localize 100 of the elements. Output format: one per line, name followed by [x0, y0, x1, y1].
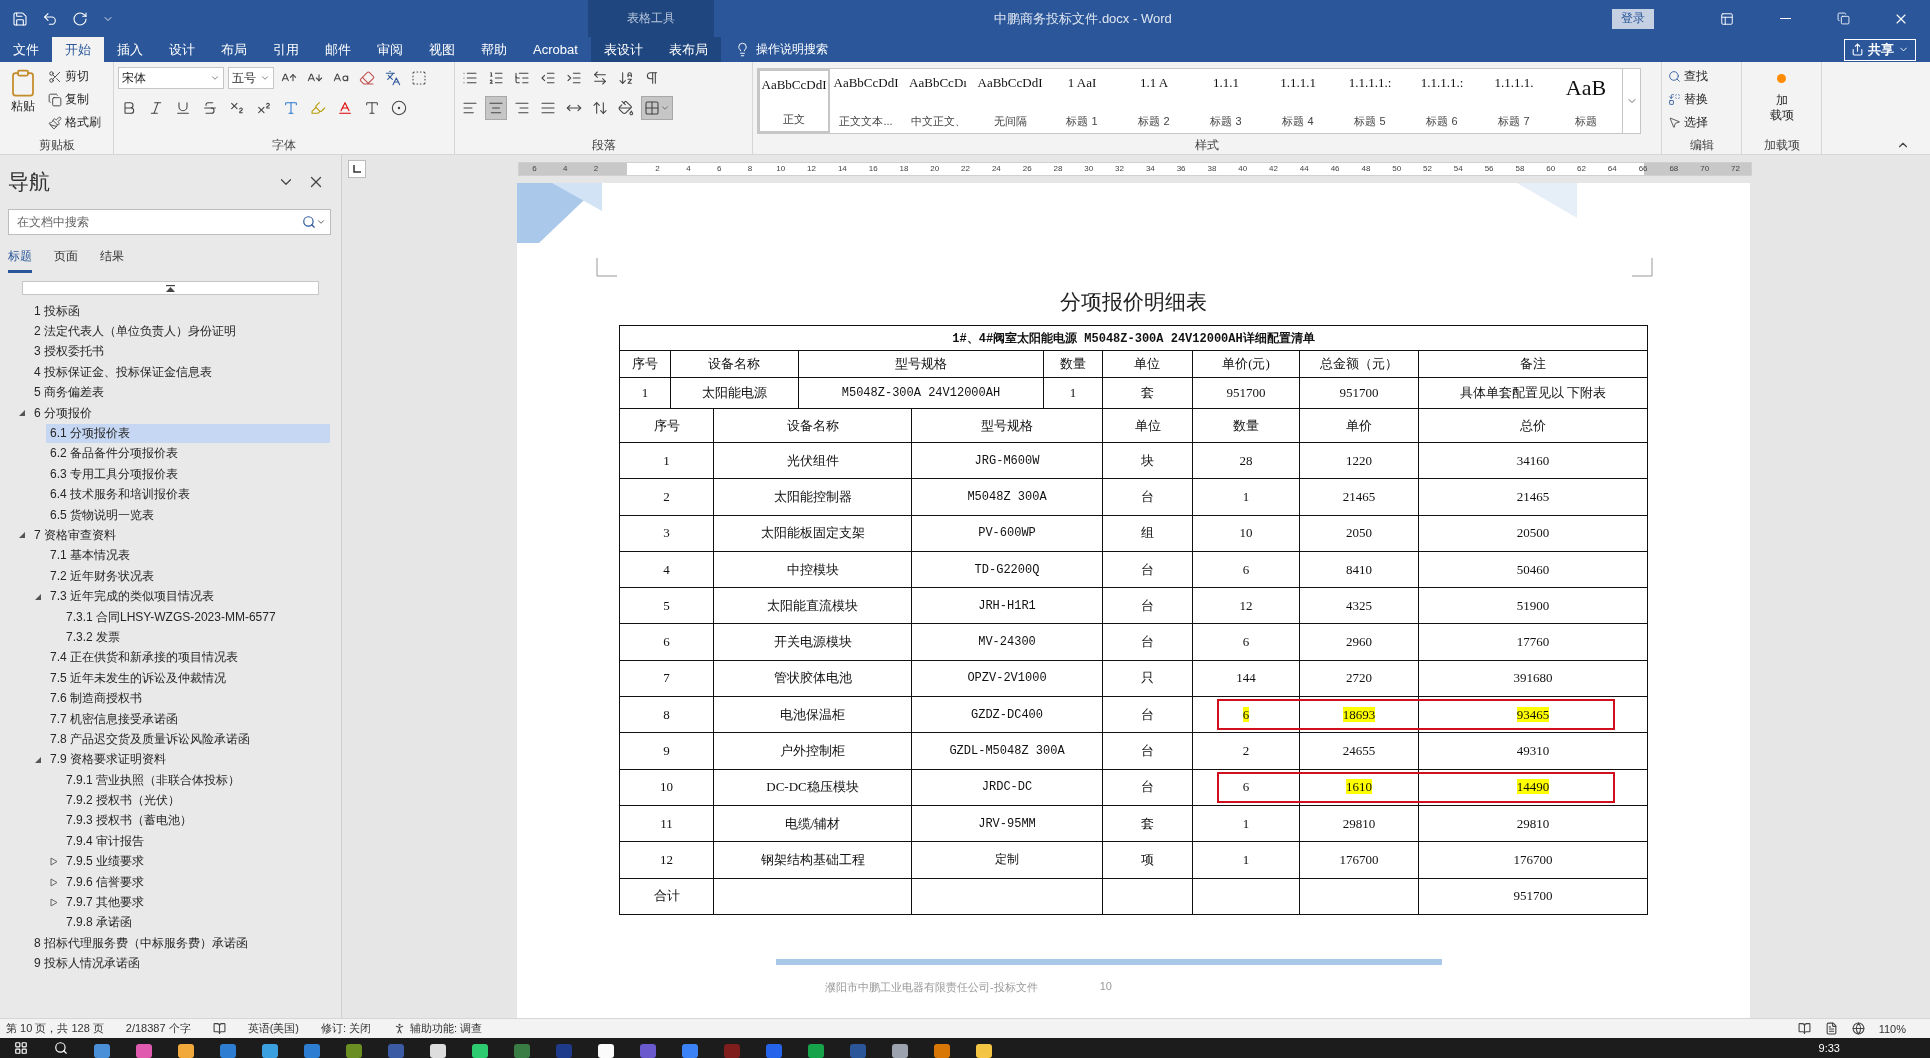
ribbon-tab[interactable]: 开始 — [52, 37, 104, 62]
style-option[interactable]: AaBbCcDdI 正文文本... — [830, 69, 902, 133]
heading-item[interactable]: 7.1 基本情况表 — [46, 546, 330, 566]
ribbon-tab[interactable]: 审阅 — [364, 37, 416, 62]
borders-button[interactable] — [641, 96, 673, 120]
ribbon-tab[interactable]: 插入 — [104, 37, 156, 62]
cut-button[interactable]: 剪切 — [46, 66, 103, 87]
paste-button[interactable]: 粘贴 — [4, 66, 42, 137]
font-size-field[interactable]: 五号 — [228, 67, 274, 89]
search-icon[interactable] — [54, 1041, 68, 1055]
web-layout-icon[interactable] — [1851, 1022, 1865, 1035]
heading-item[interactable]: 3 授权委托书 — [30, 342, 330, 362]
ribbon-tab[interactable]: Acrobat — [520, 37, 591, 62]
style-option[interactable]: 1.1.1.1. 标题 7 — [1478, 69, 1550, 133]
ribbon-tab[interactable]: 表布局 — [655, 37, 721, 62]
share-button[interactable]: 共享 — [1844, 38, 1916, 61]
zoom-level[interactable]: 110% — [1878, 1022, 1906, 1035]
pane-tab[interactable]: 结果 — [100, 247, 124, 273]
copy-button[interactable]: 复制 — [46, 89, 103, 110]
sign-in-button[interactable]: 登录 — [1612, 8, 1654, 29]
heading-item[interactable]: 7.9.7 其他要求 — [62, 893, 330, 912]
ribbon-tab[interactable]: 邮件 — [312, 37, 364, 62]
search-box[interactable]: 在文档中搜索 — [8, 209, 331, 235]
heading-item[interactable]: 6 分项报价 — [30, 403, 330, 423]
search-field[interactable]: 在文档中搜索 — [15, 214, 302, 230]
ribbon-tab[interactable]: 表设计 — [590, 37, 656, 62]
format-painter-button[interactable]: 格式刷 — [46, 112, 103, 133]
heading-item[interactable]: 7.9.5 业绩要求 — [62, 852, 330, 872]
style-option[interactable]: 1.1.1.1.: 标题 6 — [1406, 69, 1478, 133]
heading-item[interactable]: 8 招标代理服务费（中标服务费）承诺函 — [30, 933, 330, 953]
style-option[interactable]: AaB 标题 — [1550, 69, 1622, 133]
tab-selector-button[interactable] — [348, 160, 366, 178]
heading-item[interactable]: 6.5 货物说明一览表 — [46, 505, 330, 525]
heading-item[interactable]: 7.2 近年财务状况表 — [46, 566, 330, 586]
heading-item[interactable]: 6.4 技术服务和培训报价表 — [46, 485, 330, 505]
heading-item[interactable]: 7.3.2 发票 — [62, 627, 330, 647]
language-status[interactable]: 英语(美国) — [247, 1021, 299, 1036]
find-button[interactable]: 查找 — [1666, 66, 1710, 87]
heading-item[interactable]: 7.3 近年完成的类似项目情况表 — [46, 587, 330, 607]
table-cell: 10 — [1192, 515, 1300, 552]
table-cell: 29810 — [1418, 805, 1648, 842]
ribbon-tab[interactable]: 帮助 — [468, 37, 520, 62]
style-option[interactable]: 1.1.1 标题 3 — [1190, 69, 1262, 133]
style-option[interactable]: 1 AaI 标题 1 — [1046, 69, 1118, 133]
heading-item[interactable]: 7.3.1 合同LHSY-WZGS-2023-MM-6577 — [62, 607, 330, 627]
heading-item[interactable]: 7.8 产品迟交货及质量诉讼风险承诺函 — [46, 729, 330, 749]
style-option[interactable]: 1.1 A 标题 2 — [1118, 69, 1190, 133]
word-count[interactable]: 2/18387 个字 — [125, 1021, 191, 1036]
page-count[interactable]: 第 10 页，共 128 页 — [6, 1021, 104, 1036]
style-option[interactable]: 1.1.1.1.: 标题 5 — [1334, 69, 1406, 133]
table-cell: 台 — [1102, 769, 1193, 806]
font-name-field[interactable]: 宋体 — [118, 67, 224, 89]
tell-me-search[interactable]: 操作说明搜索 — [734, 37, 828, 62]
heading-item[interactable]: 4 投标保证金、投标保证金信息表 — [30, 362, 330, 382]
heading-item[interactable]: 7.9 资格要求证明资料 — [46, 750, 330, 770]
heading-item[interactable]: 7.9.8 承诺函 — [62, 913, 330, 933]
heading-item[interactable]: 7.7 机密信息接受承诺函 — [46, 709, 330, 729]
heading-item[interactable]: 7.5 近年未发生的诉讼及仲裁情况 — [46, 668, 330, 688]
heading-item[interactable]: 9 投标人情况承诺函 — [30, 954, 330, 974]
chevron-down-icon — [660, 103, 670, 113]
heading-item[interactable]: 7.9.3 授权书（蓄电池） — [62, 811, 330, 831]
heading-item[interactable]: 6.1 分项报价表 — [46, 424, 330, 444]
ribbon-tab[interactable]: 文件 — [0, 37, 52, 62]
pane-tab[interactable]: 页面 — [54, 247, 78, 273]
add-ins-button[interactable]: 加 载项 — [1762, 66, 1801, 137]
column-header: 单价(元) — [1192, 350, 1300, 378]
read-mode-icon[interactable] — [1797, 1022, 1811, 1035]
ribbon-tab[interactable]: 设计 — [156, 37, 208, 62]
start-icon[interactable] — [14, 1041, 28, 1055]
heading-item[interactable]: 7.9.4 审计报告 — [62, 831, 330, 851]
pane-tab[interactable]: 标题 — [8, 247, 32, 273]
column-header: 序号 — [619, 350, 671, 378]
style-option[interactable]: AaBbCcDdI 正文 — [758, 69, 830, 133]
heading-item[interactable]: 7 资格审查资料 — [30, 526, 330, 545]
style-option[interactable]: AaBbCcDdI 无间隔 — [974, 69, 1046, 133]
ribbon-tab[interactable]: 布局 — [208, 37, 260, 62]
heading-item[interactable]: 7.6 制造商授权书 — [46, 689, 330, 709]
table-cell: 1220 — [1299, 442, 1419, 479]
align-button[interactable] — [485, 96, 507, 120]
chevron-down-icon — [260, 73, 270, 83]
heading-item[interactable]: 7.9.1 营业执照（非联合体投标） — [62, 770, 330, 790]
proofing-icon[interactable] — [212, 1022, 226, 1035]
pointer-icon — [1668, 116, 1681, 129]
heading-item[interactable]: 7.9.6 信誉要求 — [62, 872, 330, 892]
heading-item[interactable]: 2 法定代表人（单位负责人）身份证明 — [30, 322, 330, 342]
ribbon-tab[interactable]: 引用 — [260, 37, 312, 62]
track-changes-status[interactable]: 修订: 关闭 — [321, 1021, 372, 1036]
heading-item[interactable]: 1 投标函 — [30, 301, 330, 321]
heading-item[interactable]: 7.4 正在供货和新承接的项目情况表 — [46, 648, 330, 668]
accessibility-status[interactable]: 辅助功能: 调查 — [410, 1021, 483, 1036]
heading-item[interactable]: 6.3 专用工具分项报价表 — [46, 464, 330, 484]
heading-item[interactable]: 7.9.2 授权书（光伏） — [62, 791, 330, 811]
heading-item[interactable]: 5 商务偏差表 — [30, 383, 330, 403]
style-option[interactable]: AaBbCcDı 中文正文、 — [902, 69, 974, 133]
select-button[interactable]: 选择 — [1666, 112, 1710, 133]
print-layout-icon[interactable] — [1824, 1022, 1838, 1035]
heading-item[interactable]: 6.2 备品备件分项报价表 — [46, 444, 330, 464]
style-option[interactable]: 1.1.1.1 标题 4 — [1262, 69, 1334, 133]
replace-button[interactable]: 替换 — [1666, 89, 1710, 110]
ribbon-tab[interactable]: 视图 — [416, 37, 468, 62]
